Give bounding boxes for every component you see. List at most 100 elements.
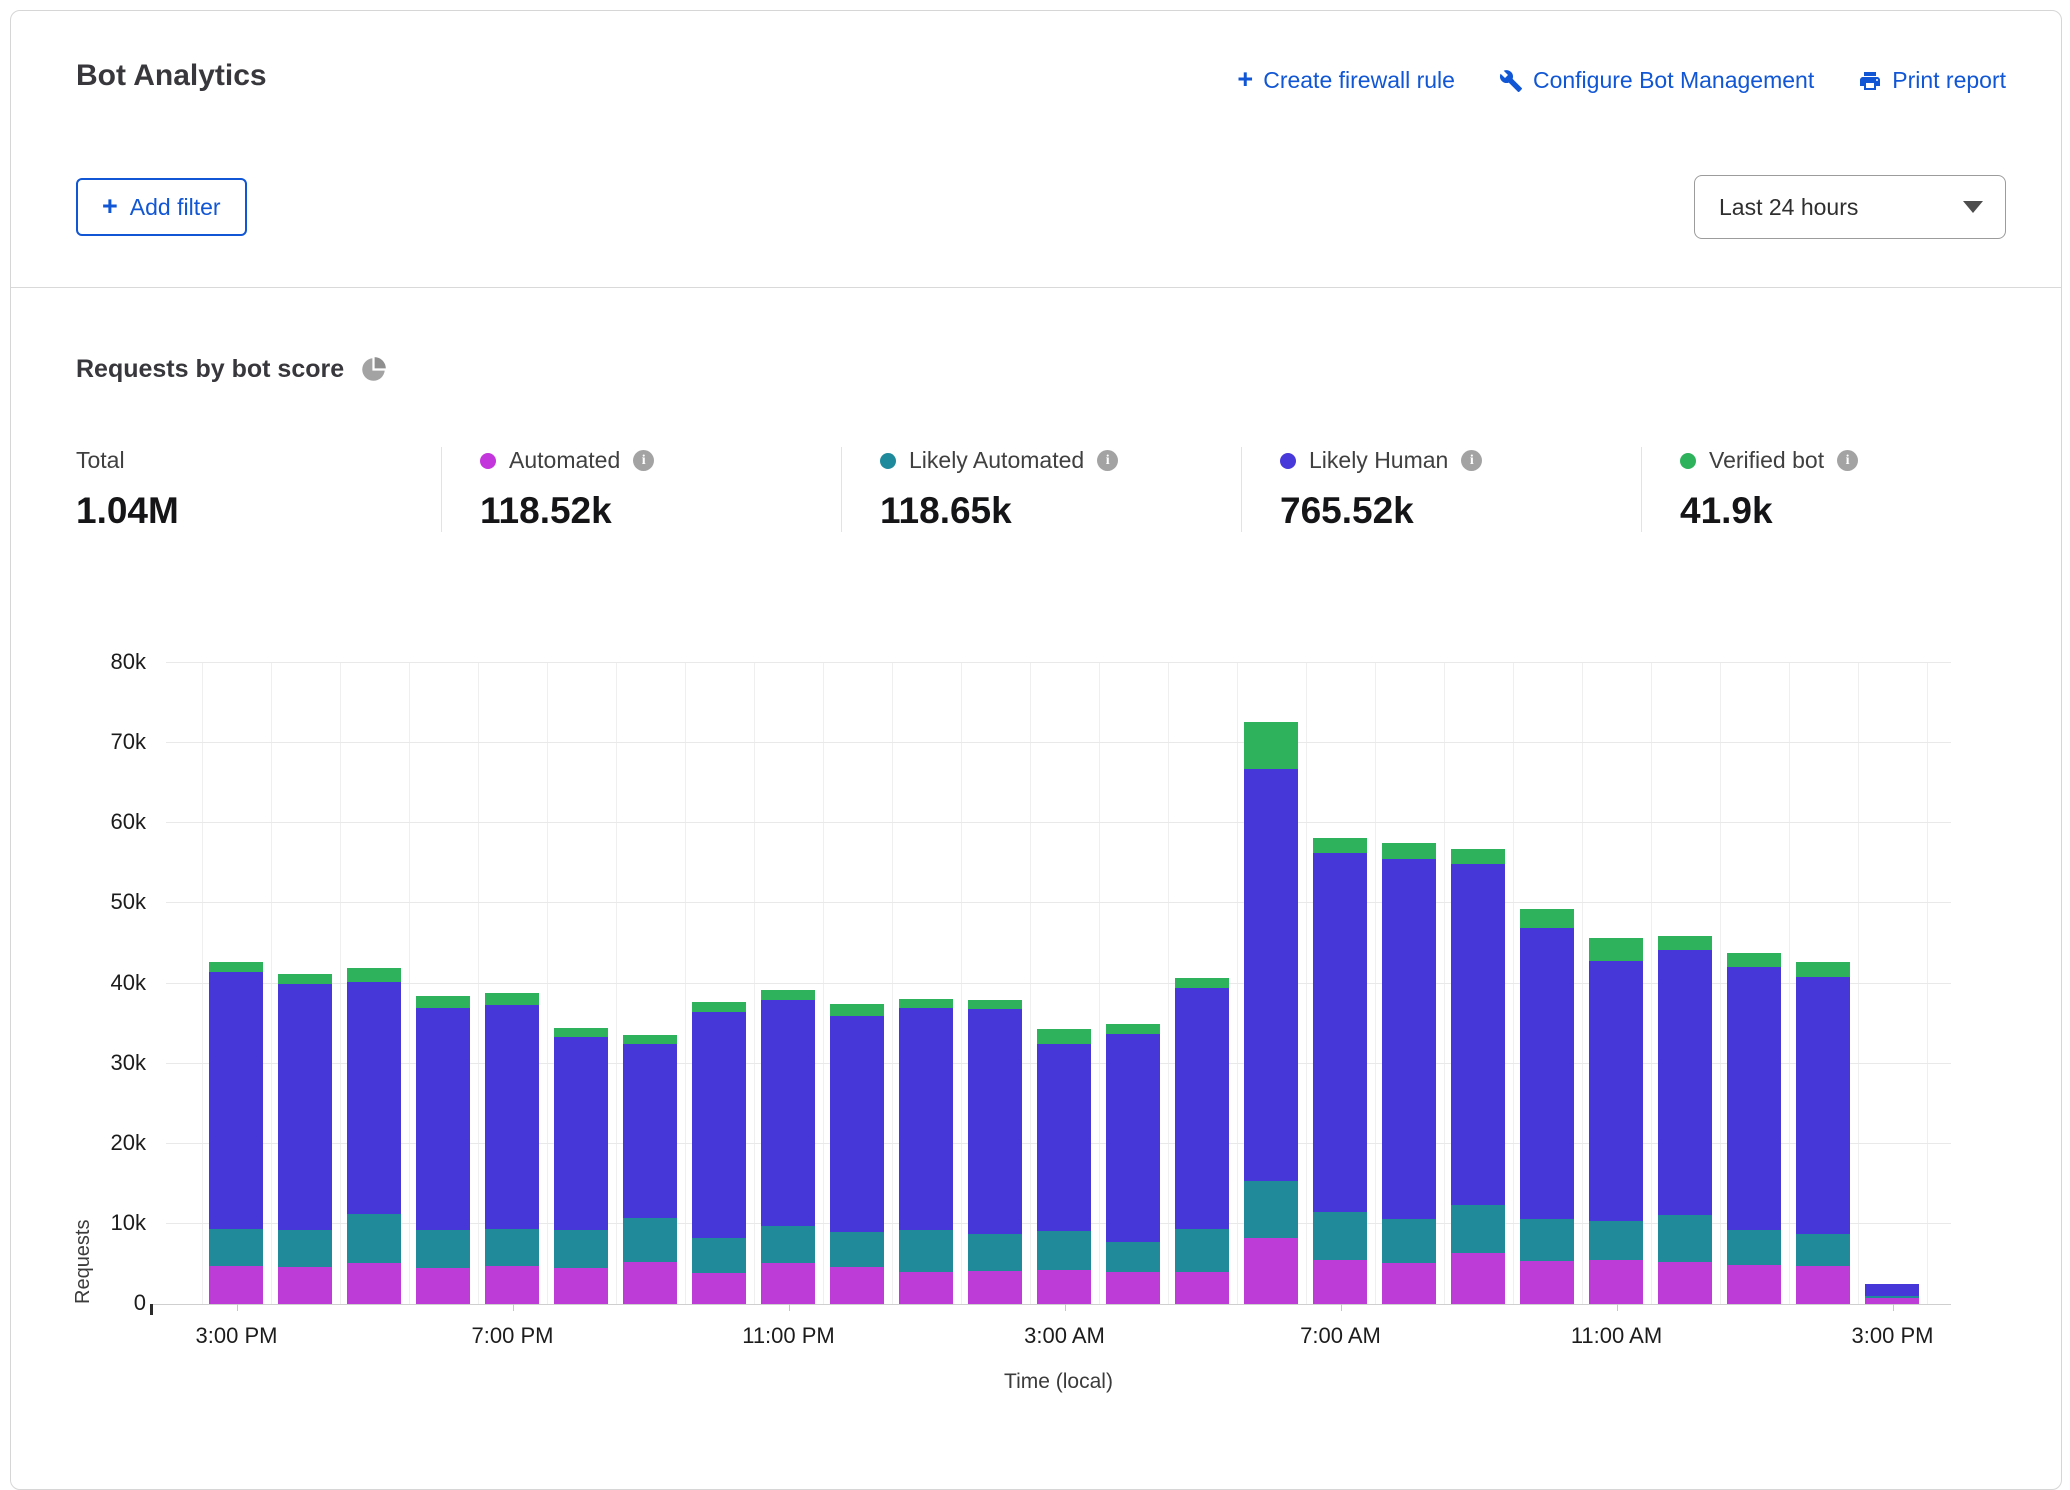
bar-segment bbox=[692, 1012, 746, 1239]
x-axis-line bbox=[152, 1304, 1951, 1305]
bar-segment bbox=[278, 1230, 332, 1267]
x-tick-mark bbox=[513, 1304, 514, 1311]
bar-segment bbox=[1037, 1029, 1091, 1043]
bar-segment bbox=[554, 1028, 608, 1038]
print-report-link[interactable]: Print report bbox=[1858, 67, 2006, 94]
chart-bar[interactable] bbox=[271, 663, 340, 1304]
bar-segment bbox=[1313, 853, 1367, 1212]
y-tick-label: 80k bbox=[54, 648, 146, 676]
stacked-bar bbox=[623, 1035, 677, 1304]
chart-bar[interactable] bbox=[1858, 663, 1927, 1304]
chart-bar[interactable] bbox=[409, 663, 478, 1304]
x-tick-mark bbox=[1617, 1304, 1618, 1311]
bar-segment bbox=[1451, 1205, 1505, 1252]
bar-segment bbox=[1106, 1024, 1160, 1034]
bar-segment bbox=[485, 1005, 539, 1229]
bar-segment bbox=[1037, 1231, 1091, 1270]
chart-bar[interactable] bbox=[685, 663, 754, 1304]
header-divider bbox=[11, 287, 2061, 288]
header-actions: + Create firewall rule Configure Bot Man… bbox=[1237, 67, 2006, 94]
bar-segment bbox=[899, 1008, 953, 1229]
bar-segment bbox=[209, 962, 263, 972]
bar-segment bbox=[1382, 1219, 1436, 1263]
chart-bar[interactable] bbox=[1582, 663, 1651, 1304]
bar-segment bbox=[1037, 1270, 1091, 1304]
x-tick-label: 11:00 PM bbox=[699, 1323, 879, 1349]
chart-bar[interactable] bbox=[1789, 663, 1858, 1304]
stat-series-value: 41.9k bbox=[1680, 490, 2041, 532]
bar-segment bbox=[1313, 1260, 1367, 1304]
stacked-bar bbox=[968, 1000, 1022, 1304]
x-tick-mark bbox=[237, 1304, 238, 1311]
info-icon[interactable]: i bbox=[1461, 450, 1482, 471]
stacked-bar bbox=[1727, 953, 1781, 1304]
info-icon[interactable]: i bbox=[1837, 450, 1858, 471]
stacked-bar bbox=[1520, 909, 1574, 1304]
info-icon[interactable]: i bbox=[633, 450, 654, 471]
chart-bar[interactable] bbox=[478, 663, 547, 1304]
bar-segment bbox=[485, 1266, 539, 1304]
bar-segment bbox=[761, 1226, 815, 1263]
chart-bar[interactable] bbox=[1306, 663, 1375, 1304]
stacked-bar bbox=[485, 993, 539, 1304]
chart-bar[interactable] bbox=[616, 663, 685, 1304]
y-tick-label: 30k bbox=[54, 1049, 146, 1077]
add-filter-button[interactable]: + Add filter bbox=[76, 178, 247, 236]
configure-bot-management-link[interactable]: Configure Bot Management bbox=[1499, 67, 1814, 94]
chart-bar[interactable] bbox=[1099, 663, 1168, 1304]
chart-bar[interactable] bbox=[202, 663, 271, 1304]
bar-segment bbox=[1520, 928, 1574, 1219]
page-title: Bot Analytics bbox=[76, 59, 267, 93]
stat-series-value: 118.65k bbox=[880, 490, 1241, 532]
bar-segment bbox=[278, 974, 332, 984]
stacked-bar bbox=[1451, 849, 1505, 1304]
chart-bar[interactable] bbox=[1444, 663, 1513, 1304]
add-filter-label: Add filter bbox=[130, 194, 221, 221]
bar-segment bbox=[899, 1272, 953, 1304]
bar-segment bbox=[1175, 1229, 1229, 1272]
chart-plot: Requests Time (local) 010k20k30k40k50k60… bbox=[166, 663, 1951, 1304]
v-gridline bbox=[1927, 663, 1928, 1304]
stacked-bar bbox=[1106, 1024, 1160, 1304]
stat-total-value: 1.04M bbox=[76, 490, 441, 532]
bar-segment bbox=[278, 984, 332, 1230]
create-firewall-rule-link[interactable]: + Create firewall rule bbox=[1237, 67, 1455, 94]
time-range-select[interactable]: Last 24 hours bbox=[1694, 175, 2006, 239]
chart-bar[interactable] bbox=[823, 663, 892, 1304]
bar-segment bbox=[968, 1234, 1022, 1272]
y-tick-label: 20k bbox=[54, 1129, 146, 1157]
chart-bar[interactable] bbox=[1651, 663, 1720, 1304]
bar-segment bbox=[623, 1035, 677, 1044]
y-tick-label: 60k bbox=[54, 808, 146, 836]
stacked-bar bbox=[692, 1002, 746, 1304]
stat-total-label: Total bbox=[76, 447, 125, 474]
origin-tick bbox=[150, 1304, 153, 1315]
bar-segment bbox=[1520, 909, 1574, 928]
chart-bar[interactable] bbox=[1513, 663, 1582, 1304]
bar-segment bbox=[347, 982, 401, 1214]
legend-dot bbox=[880, 453, 896, 469]
chart-bar[interactable] bbox=[1030, 663, 1099, 1304]
info-icon[interactable]: i bbox=[1097, 450, 1118, 471]
bar-segment bbox=[1589, 961, 1643, 1221]
chart-bar[interactable] bbox=[754, 663, 823, 1304]
chart-bar[interactable] bbox=[1237, 663, 1306, 1304]
chart-bar[interactable] bbox=[961, 663, 1030, 1304]
bar-segment bbox=[1451, 849, 1505, 864]
printer-icon bbox=[1858, 69, 1882, 93]
chart-bar[interactable] bbox=[1168, 663, 1237, 1304]
bar-segment bbox=[761, 1000, 815, 1227]
chart-bar[interactable] bbox=[1720, 663, 1789, 1304]
chart-bar[interactable] bbox=[892, 663, 961, 1304]
x-axis-title: Time (local) bbox=[166, 1370, 1951, 1394]
chart-bar[interactable] bbox=[1375, 663, 1444, 1304]
x-tick-label: 11:00 AM bbox=[1527, 1323, 1707, 1349]
bar-segment bbox=[347, 1214, 401, 1263]
chart-bar[interactable] bbox=[340, 663, 409, 1304]
chart-bar[interactable] bbox=[547, 663, 616, 1304]
x-tick-label: 7:00 PM bbox=[423, 1323, 603, 1349]
y-tick-label: 70k bbox=[54, 728, 146, 756]
x-tick-label: 7:00 AM bbox=[1251, 1323, 1431, 1349]
bar-segment bbox=[830, 1267, 884, 1304]
x-tick-label: 3:00 PM bbox=[147, 1323, 327, 1349]
